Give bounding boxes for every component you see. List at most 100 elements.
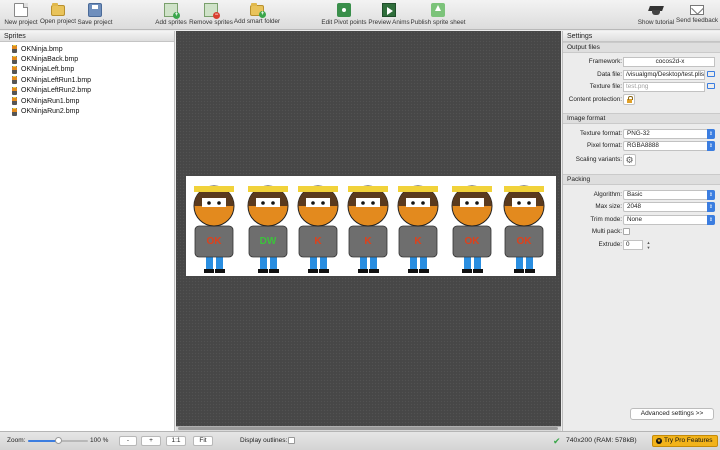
list-item[interactable]: OKNinjaLeftRun1.bmp — [12, 75, 174, 85]
ninja-sprite[interactable]: OK — [503, 185, 545, 273]
lock-icon[interactable] — [623, 93, 635, 105]
pixel-format-select[interactable]: RGBA8888 ⇕ — [623, 141, 715, 151]
envelope-icon — [690, 5, 704, 15]
settings-panel: Settings Output files Framework: cocos2d… — [562, 31, 720, 431]
ninja-shirt-label: DW — [260, 236, 277, 247]
ninja-sprite[interactable]: K — [347, 185, 389, 273]
list-item[interactable]: OKNinjaRun1.bmp — [12, 96, 174, 106]
sprite-thumbnail-icon — [12, 97, 17, 106]
ninja-foot — [369, 269, 379, 273]
framework-label: Framework: — [588, 58, 622, 65]
zoom-actual-size-button[interactable]: 1:1 — [166, 436, 186, 446]
pivot-point-icon — [337, 3, 351, 17]
new-project-button[interactable]: New project — [4, 3, 38, 29]
trim-mode-label: Trim mode: — [590, 215, 622, 223]
list-item[interactable]: OKNinja.bmp — [12, 44, 174, 54]
ninja-foot — [525, 269, 535, 273]
texture-file-field[interactable]: test.png — [623, 82, 705, 92]
dropdown-arrow-icon: ⇕ — [707, 189, 715, 200]
list-item[interactable]: OKNinjaRun2.bmp — [12, 106, 174, 116]
ninja-eye — [311, 201, 315, 205]
ninja-eye-band — [512, 198, 536, 207]
ninja-headband — [398, 186, 438, 192]
remove-sprites-button[interactable]: − Remove sprites — [189, 3, 233, 29]
display-outlines-checkbox[interactable] — [288, 437, 295, 444]
data-file-field[interactable]: /visualgmq/Desktop/test.plist — [623, 69, 705, 80]
zoom-slider[interactable] — [28, 437, 88, 444]
zoom-slider-knob[interactable] — [55, 437, 62, 444]
scrollbar-thumb[interactable] — [178, 427, 558, 430]
algorithm-select[interactable]: Basic ⇕ — [623, 189, 715, 200]
ninja-eye — [261, 201, 265, 205]
content-protection-label: Content protection: — [568, 95, 622, 103]
sprite-name: OKNinjaLeftRun2.bmp — [21, 87, 92, 95]
try-pro-features-button[interactable]: ★ Try Pro Features — [652, 435, 718, 447]
preview-anims-label: Preview Anims — [368, 19, 410, 26]
list-item[interactable]: OKNinjaLeftRun2.bmp — [12, 86, 174, 96]
display-outlines-label: Display outlines: — [240, 437, 288, 444]
sprite-name: OKNinja.bmp — [21, 45, 63, 53]
texture-file-row: Texture file: test.png — [563, 81, 720, 94]
framework-field[interactable]: cocos2d-x — [623, 57, 715, 67]
add-smart-folder-button[interactable]: + Add smart folder — [234, 3, 280, 29]
texture-format-select[interactable]: PNG-32 ⇕ — [623, 128, 715, 139]
sprite-thumbnail-icon — [12, 76, 17, 85]
ninja-eye — [271, 201, 275, 205]
sprite-list: OKNinja.bmp OKNinjaBack.bmp OKNinjaLeft.bm… — [0, 42, 174, 117]
browse-folder-icon[interactable] — [707, 83, 715, 89]
add-smart-folder-label: Add smart folder — [233, 18, 281, 25]
new-project-label: New project — [4, 19, 38, 26]
ninja-foot — [308, 269, 318, 273]
ninja-headband — [248, 186, 288, 192]
edit-pivot-points-button[interactable]: Edit Pivot points — [321, 3, 367, 29]
smart-folder-icon: + — [250, 3, 266, 18]
save-project-button[interactable]: Save project — [77, 3, 113, 29]
ninja-shirt-label: K — [414, 236, 422, 247]
ninja-eye — [321, 201, 325, 205]
multi-pack-row: Multi pack: — [563, 226, 720, 239]
browse-folder-icon[interactable] — [707, 70, 715, 77]
save-project-label: Save project — [77, 19, 113, 26]
star-icon: ★ — [656, 438, 662, 444]
ninja-eye-band — [460, 198, 484, 207]
sprite-sheet-canvas[interactable]: OK DW K K K OK OK — [176, 31, 561, 426]
texture-file-label: Texture file: — [589, 83, 622, 90]
zoom-in-button[interactable]: + — [141, 436, 161, 446]
ninja-sprite[interactable]: DW — [247, 185, 289, 273]
ninja-sprite[interactable]: K — [397, 185, 439, 273]
send-feedback-button[interactable]: Send feedback — [676, 3, 718, 29]
dropdown-arrow-icon: ⇕ — [707, 202, 715, 212]
texture-format-value: PNG-32 — [627, 129, 650, 137]
ninja-headband — [194, 186, 234, 192]
list-item[interactable]: OKNinjaLeft.bmp — [12, 65, 174, 75]
trim-mode-select[interactable]: None ⇕ — [623, 214, 715, 225]
remove-sprites-label: Remove sprites — [189, 19, 233, 26]
extrude-label: Extrude: — [598, 240, 622, 248]
ninja-shirt-label: OK — [465, 236, 481, 247]
sprite-name: OKNinjaRun1.bmp — [21, 97, 80, 105]
framework-row: Framework: cocos2d-x — [563, 56, 720, 69]
ninja-sprite[interactable]: K — [297, 185, 339, 273]
advanced-settings-button[interactable]: Advanced settings >> — [630, 408, 714, 420]
list-item[interactable]: OKNinjaBack.bmp — [12, 54, 174, 64]
ninja-sprite[interactable]: OK — [193, 185, 235, 273]
multi-pack-checkbox[interactable] — [623, 228, 630, 235]
gear-icon[interactable]: ⚙ — [623, 153, 636, 166]
ninja-sprite[interactable]: OK — [451, 185, 493, 273]
add-sprites-button[interactable]: + Add sprites — [155, 3, 187, 29]
dropdown-arrow-icon: ⇕ — [707, 128, 715, 139]
extrude-field[interactable]: 0 — [623, 239, 643, 250]
sprite-thumbnail-icon — [12, 107, 17, 116]
zoom-out-button[interactable]: - — [119, 436, 137, 446]
extrude-stepper[interactable]: ▲ ▼ — [646, 240, 651, 250]
sprite-sheet-preview[interactable]: OK DW K K K OK OK — [186, 176, 556, 276]
texture-format-label: Texture format: — [580, 129, 622, 137]
max-size-select[interactable]: 2048 ⇕ — [623, 202, 715, 212]
ninja-eye-band — [356, 198, 380, 207]
publish-sprite-sheet-button[interactable]: Publish sprite sheet — [411, 3, 465, 29]
preview-anims-button[interactable]: Preview Anims — [368, 3, 410, 29]
open-project-button[interactable]: Open project — [40, 3, 76, 29]
zoom-fit-button[interactable]: Fit — [193, 436, 213, 446]
show-tutorial-button[interactable]: Show tutorial — [638, 3, 674, 29]
ninja-eye — [217, 201, 221, 205]
